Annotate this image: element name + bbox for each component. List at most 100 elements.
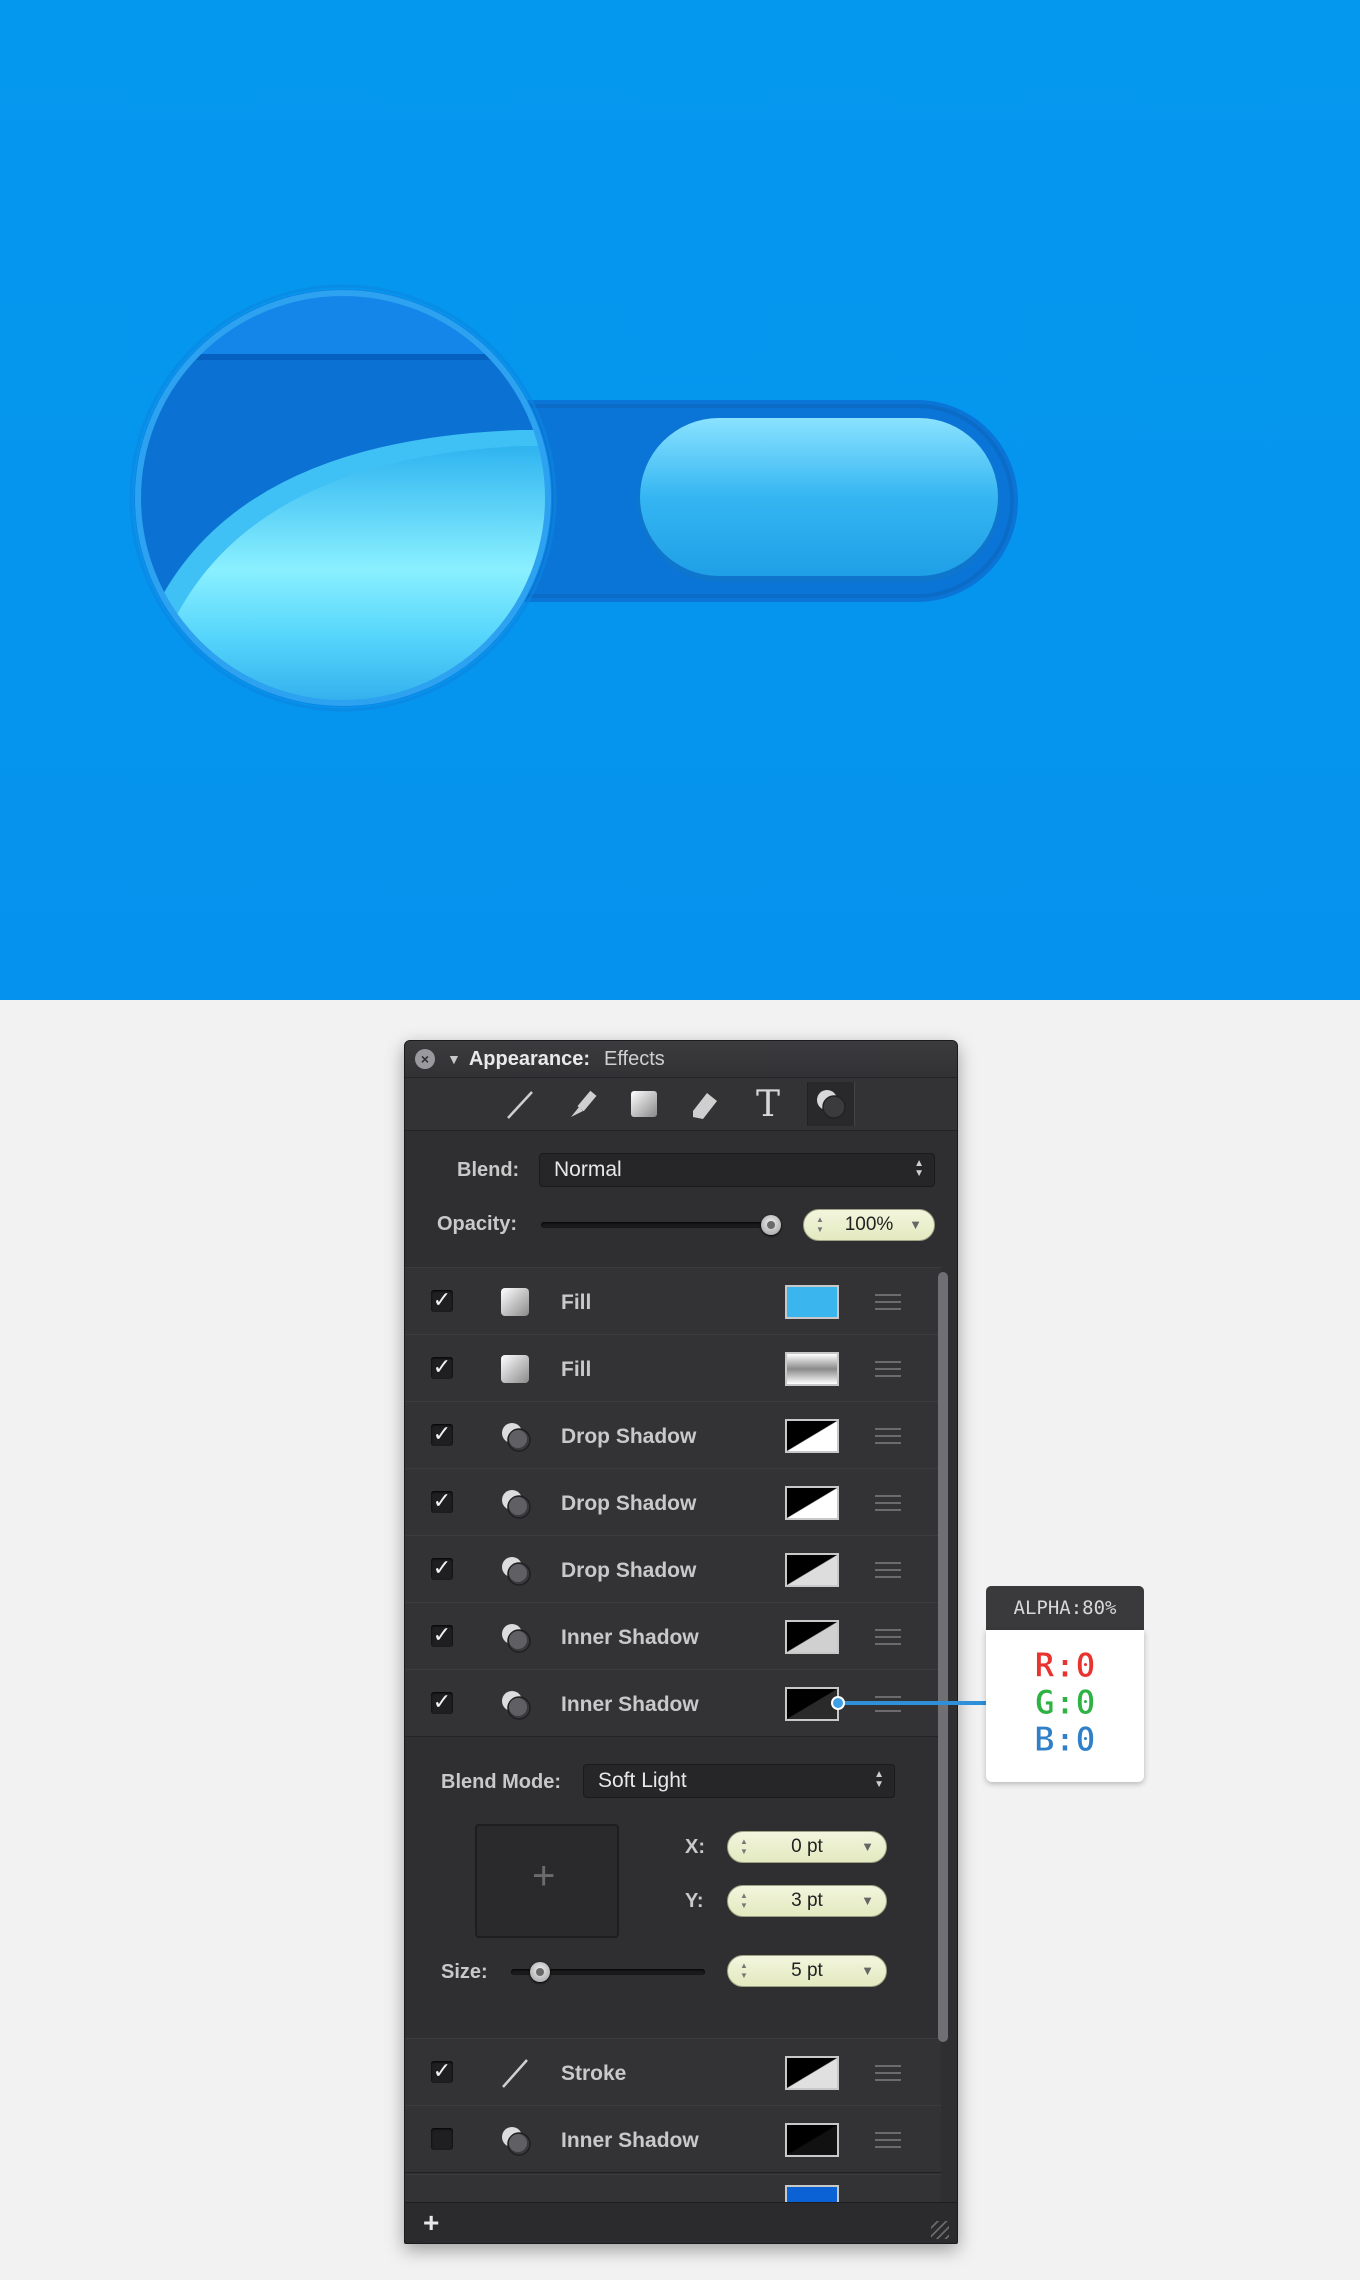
blend-select[interactable]: Normal ▲ ▼ xyxy=(539,1153,935,1187)
design-canvas xyxy=(0,0,1360,1000)
layer-checkbox[interactable]: ✓ xyxy=(431,1624,453,1647)
add-effect-icon[interactable]: + xyxy=(423,2207,439,2239)
color-swatch[interactable] xyxy=(785,1486,839,1520)
stepper-icon[interactable]: ▲ ▼ xyxy=(740,1837,748,1857)
size-slider-knob[interactable] xyxy=(530,1962,551,1982)
layer-name: Drop Shadow xyxy=(561,1425,697,1448)
layer-name: Drop Shadow xyxy=(561,1492,697,1515)
layer-name: Fill xyxy=(561,1291,592,1314)
layer-name: Fill xyxy=(561,1358,592,1381)
stepper-icon[interactable]: ▲ ▼ xyxy=(740,1961,748,1981)
layer-checkbox[interactable]: ✓ xyxy=(431,1691,453,1714)
blend-value: Normal xyxy=(554,1158,622,1181)
stepper-icon[interactable]: ▲ ▼ xyxy=(740,1891,748,1911)
layer-checkbox[interactable]: ✓ xyxy=(431,2060,453,2083)
partial-layer-row[interactable] xyxy=(405,2174,941,2207)
opacity-slider-knob[interactable] xyxy=(761,1215,781,1235)
chevron-down-icon[interactable]: ▼ xyxy=(861,1886,874,1916)
color-swatch[interactable] xyxy=(785,1620,839,1654)
x-value: 0 pt xyxy=(791,1836,823,1857)
color-swatch[interactable] xyxy=(785,1285,839,1319)
rgb-tooltip: R:0 G:0 B:0 xyxy=(986,1630,1144,1782)
blend-mode-select[interactable]: Soft Light ▲ ▼ xyxy=(583,1764,895,1798)
layer-checkbox[interactable]: ✓ xyxy=(431,1423,453,1446)
drag-handle-icon[interactable] xyxy=(875,1361,901,1382)
layer-row[interactable]: ✓ Inner Shadow xyxy=(405,1602,941,1670)
drag-handle-icon[interactable] xyxy=(875,2065,901,2086)
stroke-tool-icon[interactable] xyxy=(497,1082,543,1126)
layer-row[interactable]: ✓ Drop Shadow xyxy=(405,1468,941,1536)
fill-icon xyxy=(499,1353,531,1385)
panel-titlebar: × ▼ Appearance: Effects xyxy=(405,1041,957,1078)
size-field[interactable]: ▲ ▼ 5 pt ▼ xyxy=(727,1955,887,1987)
chevron-down-icon[interactable]: ▼ xyxy=(861,1832,874,1862)
text-tool-icon[interactable]: T xyxy=(745,1082,791,1126)
shadow-icon xyxy=(499,1554,531,1586)
panel-title: Appearance: xyxy=(468,1047,591,1070)
layer-row[interactable]: Inner Shadow xyxy=(405,2105,941,2173)
shadow-icon xyxy=(499,1487,531,1519)
layer-row[interactable]: ✓ Stroke xyxy=(405,2038,941,2106)
shadow-icon xyxy=(499,2124,531,2156)
stepper-icon[interactable]: ▲ ▼ xyxy=(816,1215,824,1235)
opacity-field[interactable]: ▲ ▼ 100% ▼ xyxy=(803,1209,935,1241)
layer-name: Inner Shadow xyxy=(561,2129,699,2152)
color-swatch[interactable] xyxy=(785,1553,839,1587)
panel-bottom-bar: + xyxy=(405,2202,957,2243)
tag-tool-icon[interactable] xyxy=(683,1082,729,1126)
switch-knob xyxy=(640,418,998,576)
fill-icon xyxy=(499,1286,531,1318)
chevron-down-icon[interactable]: ▼ xyxy=(909,1210,922,1240)
drag-handle-icon[interactable] xyxy=(875,1294,901,1315)
size-value: 5 pt xyxy=(791,1960,823,1981)
shadow-detail-section: Blend Mode: Soft Light ▲ ▼ + X: ▲ ▼ 0 pt ▼… xyxy=(405,1738,941,2038)
layer-row[interactable]: ✓ Fill xyxy=(405,1334,941,1402)
drag-handle-icon[interactable] xyxy=(875,1562,901,1583)
layer-row[interactable]: ✓ Drop Shadow xyxy=(405,1401,941,1469)
red-value: R:0 xyxy=(1034,1646,1096,1686)
panel-scrollbar[interactable] xyxy=(938,1272,948,2042)
color-swatch[interactable] xyxy=(785,2123,839,2157)
size-label: Size: xyxy=(441,1961,488,1983)
drag-handle-icon[interactable] xyxy=(875,1495,901,1516)
close-icon[interactable]: × xyxy=(415,1049,435,1069)
brush-tool-icon[interactable] xyxy=(559,1082,605,1126)
x-field[interactable]: ▲ ▼ 0 pt ▼ xyxy=(727,1831,887,1863)
layer-name: Inner Shadow xyxy=(561,1693,699,1716)
fill-tool-icon[interactable] xyxy=(621,1082,667,1126)
layer-name: Drop Shadow xyxy=(561,1559,697,1582)
layer-checkbox[interactable]: ✓ xyxy=(431,1490,453,1513)
offset-pad[interactable]: + xyxy=(475,1824,619,1938)
layer-checkbox[interactable]: ✓ xyxy=(431,1557,453,1580)
resize-grip-icon[interactable] xyxy=(931,2221,949,2239)
alpha-tooltip-header: ALPHA:80% xyxy=(986,1586,1144,1630)
blend-mode-value: Soft Light xyxy=(598,1769,687,1792)
shadow-icon xyxy=(499,1688,531,1720)
drag-handle-icon[interactable] xyxy=(875,2132,901,2153)
color-swatch[interactable] xyxy=(785,1419,839,1453)
chevron-down-icon[interactable]: ▼ xyxy=(861,1956,874,1986)
appearance-toolbar: T xyxy=(405,1078,957,1131)
color-swatch[interactable] xyxy=(785,1352,839,1386)
y-field[interactable]: ▲ ▼ 3 pt ▼ xyxy=(727,1885,887,1917)
layer-row[interactable]: ✓ Drop Shadow xyxy=(405,1535,941,1603)
drag-handle-icon[interactable] xyxy=(875,1629,901,1650)
layer-checkbox[interactable] xyxy=(431,2128,453,2150)
layer-checkbox[interactable]: ✓ xyxy=(431,1289,453,1312)
stroke-icon xyxy=(499,2057,531,2089)
layer-name: Stroke xyxy=(561,2062,627,2085)
layer-checkbox[interactable]: ✓ xyxy=(431,1356,453,1379)
color-swatch[interactable] xyxy=(785,2056,839,2090)
drag-handle-icon[interactable] xyxy=(875,1428,901,1449)
select-arrows-icon: ▲ ▼ xyxy=(874,1769,884,1790)
opacity-value: 100% xyxy=(844,1214,894,1235)
opacity-slider-track[interactable] xyxy=(541,1222,781,1228)
y-value: 3 pt xyxy=(791,1890,823,1911)
blue-value: B:0 xyxy=(1034,1720,1096,1760)
effects-tool-icon[interactable] xyxy=(807,1082,855,1126)
disclosure-triangle-icon[interactable]: ▼ xyxy=(447,1051,461,1067)
y-label: Y: xyxy=(685,1890,704,1912)
appearance-panel: × ▼ Appearance: Effects T Blend: Normal … xyxy=(404,1040,958,2244)
layer-row[interactable]: ✓ Fill xyxy=(405,1267,941,1335)
green-value: G:0 xyxy=(1034,1683,1096,1723)
